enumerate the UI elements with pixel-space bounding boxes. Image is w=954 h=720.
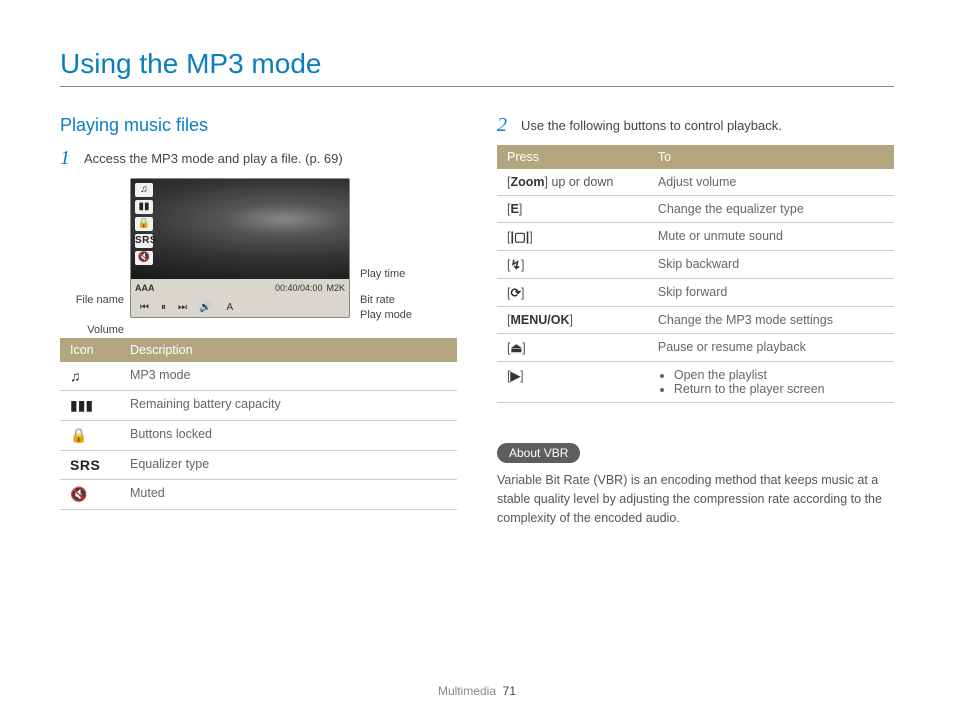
battery-icon: ▮▮ [135,200,153,214]
table-row: [↯]Skip backward [497,251,894,279]
press-cell: [MENU/OK] [497,307,648,334]
table-row: ▮▮▮ Remaining battery capacity [60,391,457,421]
table-row: 🔒 Buttons locked [60,421,457,451]
to-cell: Change the equalizer type [648,196,894,223]
lock-icon: 🔒 [135,217,153,231]
right-column: 2 Use the following buttons to control p… [497,115,894,528]
step-number: 2 [497,115,513,135]
to-cell: Skip backward [648,251,894,279]
callout-bit-rate: Bit rate [360,294,395,306]
page-title: Using the MP3 mode [60,48,894,87]
footer-page-number: 71 [503,684,516,698]
to-header: To [648,145,894,169]
step-text: Access the MP3 mode and play a file. (p.… [84,148,343,168]
desc-cell: Buttons locked [120,421,457,451]
table-row: [MENU/OK]Change the MP3 mode settings [497,307,894,334]
to-cell: Pause or resume playback [648,334,894,362]
press-cell: [⟳] [497,279,648,307]
callout-file-name: File name [60,294,124,306]
desc-cell: Equalizer type [120,451,457,480]
to-cell: Adjust volume [648,169,894,196]
control-table: Press To [Zoom] up or downAdjust volume[… [497,145,894,403]
press-cell: [↯] [497,251,648,279]
mute-icon: 🔇 [135,251,153,265]
list-item: Open the playlist [674,368,884,382]
about-vbr-pill: About VBR [497,443,580,463]
table-row: [Zoom] up or downAdjust volume [497,169,894,196]
table-row: [|▢|]Mute or unmute sound [497,223,894,251]
bitrate-display: M2K [326,283,345,293]
table-row: [⟳]Skip forward [497,279,894,307]
table-row: [E]Change the equalizer type [497,196,894,223]
next-icon: ⏭ [175,302,190,313]
press-cell: [⏏] [497,334,648,362]
footer-section: Multimedia [438,684,496,698]
to-cell: Skip forward [648,279,894,307]
table-row: [▶]Open the playlistReturn to the player… [497,362,894,403]
press-cell: [|▢|] [497,223,648,251]
to-cell: Change the MP3 mode settings [648,307,894,334]
player-screenshot: ♫ ▮▮ 🔒 SRS 🔇 AAA 00:40/04:00 M2K ⏮ ⏸ [60,178,390,318]
left-column: Playing music files 1 Access the MP3 mod… [60,115,457,528]
table-row: SRS Equalizer type [60,451,457,480]
list-item: Return to the player screen [674,382,884,396]
desc-cell: MP3 mode [120,362,457,391]
press-header: Press [497,145,648,169]
icon-cell: SRS [60,451,120,480]
press-cell: [Zoom] up or down [497,169,648,196]
icon-cell: 🔒 [60,421,120,451]
press-cell: [▶] [497,362,648,403]
press-cell: [E] [497,196,648,223]
icon-cell: 🔇 [60,480,120,510]
pause-icon: ⏸ [158,302,169,313]
playtime-display: 00:40/04:00 [275,283,323,293]
icon-table: Icon Description ♫ MP3 mode ▮▮▮ Remainin… [60,338,457,510]
srs-icon: SRS [135,234,153,248]
filename-display: AAA [135,283,155,293]
playmode-display: A [226,302,233,313]
step-1: 1 Access the MP3 mode and play a file. (… [60,148,457,168]
callout-play-mode: Play mode [360,309,412,321]
to-cell: Mute or unmute sound [648,223,894,251]
step-2: 2 Use the following buttons to control p… [497,115,894,135]
step-text: Use the following buttons to control pla… [521,115,782,135]
step-number: 1 [60,148,76,168]
table-row: [⏏]Pause or resume playback [497,334,894,362]
two-column-layout: Playing music files 1 Access the MP3 mod… [60,115,894,528]
music-note-icon: ♫ [135,183,153,197]
icon-cell: ♫ [60,362,120,391]
desc-header: Description [120,338,457,362]
about-vbr-text: Variable Bit Rate (VBR) is an encoding m… [497,471,894,527]
icon-header: Icon [60,338,120,362]
table-row: 🔇 Muted [60,480,457,510]
icon-cell: ▮▮▮ [60,391,120,421]
desc-cell: Remaining battery capacity [120,391,457,421]
desc-cell: Muted [120,480,457,510]
callout-volume: Volume [60,324,124,336]
prev-icon: ⏮ [137,302,152,313]
subheading-playing: Playing music files [60,115,457,136]
callout-play-time: Play time [360,268,405,280]
to-cell: Open the playlistReturn to the player sc… [648,362,894,403]
page-footer: Multimedia 71 [0,684,954,698]
table-row: ♫ MP3 mode [60,362,457,391]
speaker-icon: 🔊 [196,302,214,313]
